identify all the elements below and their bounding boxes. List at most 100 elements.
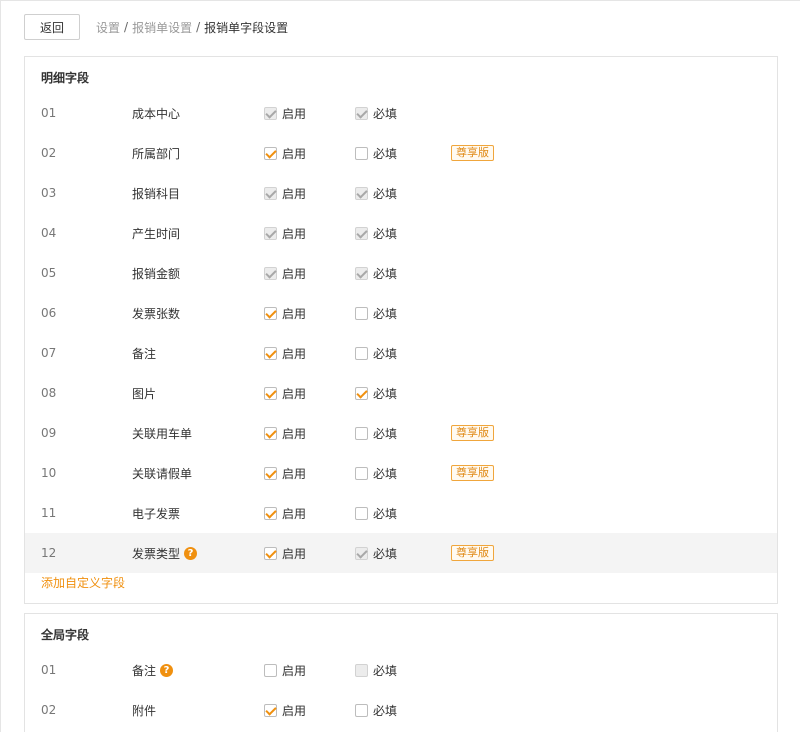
required-checkbox: 必填 <box>355 533 397 573</box>
enable-checkbox: 启用 <box>264 93 306 133</box>
checkbox-box[interactable] <box>264 663 277 677</box>
premium-badge-cell: 尊享版 <box>451 453 494 493</box>
field-name-cell: 产生时间 <box>132 213 180 253</box>
required-checkbox[interactable]: 必填 <box>355 690 397 730</box>
premium-badge-cell: 尊享版 <box>451 533 494 573</box>
checkbox-box[interactable] <box>355 386 368 400</box>
premium-badge: 尊享版 <box>451 465 494 481</box>
field-row: 01 备注? 启用 必填 <box>25 650 777 690</box>
field-name: 报销金额 <box>132 266 181 281</box>
enable-label: 启用 <box>282 186 307 201</box>
required-label: 必填 <box>373 106 398 121</box>
checkbox-box[interactable] <box>264 386 277 400</box>
required-label: 必填 <box>373 466 398 481</box>
back-button[interactable]: 返回 <box>24 14 80 40</box>
checkbox-box[interactable] <box>264 346 277 360</box>
required-checkbox[interactable]: 必填 <box>355 133 397 173</box>
required-label: 必填 <box>373 506 398 521</box>
premium-badge: 尊享版 <box>451 145 494 161</box>
enable-checkbox[interactable]: 启用 <box>264 333 306 373</box>
checkbox-box[interactable] <box>264 506 277 520</box>
checkbox-box <box>355 106 368 120</box>
checkbox-box <box>355 186 368 200</box>
checkbox-box <box>264 106 277 120</box>
required-label: 必填 <box>373 703 398 718</box>
field-name: 发票张数 <box>132 306 181 321</box>
global-fields-title: 全局字段 <box>41 628 90 642</box>
checkbox-box[interactable] <box>355 146 368 160</box>
required-checkbox[interactable]: 必填 <box>355 333 397 373</box>
checkbox-box <box>355 663 368 677</box>
field-row: 06 发票张数 启用 必填 <box>25 293 777 333</box>
required-checkbox[interactable]: 必填 <box>355 293 397 333</box>
required-label: 必填 <box>373 426 398 441</box>
enable-label: 启用 <box>282 663 307 678</box>
checkbox-box <box>355 546 368 560</box>
required-checkbox: 必填 <box>355 650 397 690</box>
help-icon[interactable]: ? <box>184 546 198 560</box>
field-name: 所属部门 <box>132 146 181 161</box>
field-name-cell: 成本中心 <box>132 93 180 133</box>
field-row: 10 关联请假单 启用 必填 尊享版 <box>25 453 777 493</box>
required-checkbox[interactable]: 必填 <box>355 373 397 413</box>
checkbox-box[interactable] <box>355 426 368 440</box>
field-number: 05 <box>41 266 57 280</box>
field-row: 09 关联用车单 启用 必填 尊享版 <box>25 413 777 453</box>
enable-label: 启用 <box>282 546 307 561</box>
premium-badge: 尊享版 <box>451 545 494 561</box>
enable-checkbox[interactable]: 启用 <box>264 493 306 533</box>
required-label: 必填 <box>373 663 398 678</box>
checkbox-box[interactable] <box>264 546 277 560</box>
enable-checkbox[interactable]: 启用 <box>264 413 306 453</box>
required-checkbox[interactable]: 必填 <box>355 493 397 533</box>
enable-checkbox[interactable]: 启用 <box>264 650 306 690</box>
field-row: 11 电子发票 启用 必填 <box>25 493 777 533</box>
checkbox-box[interactable] <box>355 506 368 520</box>
enable-checkbox[interactable]: 启用 <box>264 690 306 730</box>
required-label: 必填 <box>373 546 398 561</box>
enable-checkbox[interactable]: 启用 <box>264 133 306 173</box>
required-checkbox[interactable]: 必填 <box>355 453 397 493</box>
checkbox-box[interactable] <box>355 346 368 360</box>
required-checkbox: 必填 <box>355 93 397 133</box>
checkbox-box[interactable] <box>264 306 277 320</box>
checkbox-box[interactable] <box>355 306 368 320</box>
breadcrumb-expense-settings[interactable]: 报销单设置 <box>132 19 192 36</box>
enable-checkbox[interactable]: 启用 <box>264 453 306 493</box>
add-custom-field-link[interactable]: 添加自定义字段 <box>41 574 125 591</box>
field-name-cell: 发票类型? <box>132 533 198 573</box>
help-icon[interactable]: ? <box>160 663 174 677</box>
required-checkbox[interactable]: 必填 <box>355 413 397 453</box>
required-checkbox: 必填 <box>355 213 397 253</box>
enable-label: 启用 <box>282 506 307 521</box>
field-name: 附件 <box>132 703 157 718</box>
field-name: 备注 <box>132 346 157 361</box>
breadcrumb-current: 报销单字段设置 <box>204 20 289 35</box>
premium-badge-cell: 尊享版 <box>451 133 494 173</box>
field-name-cell: 关联用车单 <box>132 413 192 453</box>
checkbox-box[interactable] <box>264 426 277 440</box>
checkbox-box[interactable] <box>264 703 277 717</box>
field-name: 电子发票 <box>132 506 181 521</box>
checkbox-box[interactable] <box>355 703 368 717</box>
required-label: 必填 <box>373 146 398 161</box>
field-name-cell: 所属部门 <box>132 133 180 173</box>
enable-checkbox[interactable]: 启用 <box>264 533 306 573</box>
field-number: 07 <box>41 346 57 360</box>
checkbox-box[interactable] <box>264 466 277 480</box>
field-name: 成本中心 <box>132 106 181 121</box>
field-number: 08 <box>41 386 57 400</box>
checkbox-box <box>355 226 368 240</box>
enable-checkbox[interactable]: 启用 <box>264 373 306 413</box>
enable-checkbox[interactable]: 启用 <box>264 293 306 333</box>
field-name-cell: 附件 <box>132 690 156 730</box>
field-name-cell: 电子发票 <box>132 493 180 533</box>
field-row: 02 所属部门 启用 必填 尊享版 <box>25 133 777 173</box>
page: 返回 设置 / 报销单设置 / 报销单字段设置 明细字段 01 成本中心 启用 必填 0… <box>0 0 800 732</box>
checkbox-box[interactable] <box>355 466 368 480</box>
required-checkbox: 必填 <box>355 253 397 293</box>
breadcrumb-settings[interactable]: 设置 <box>96 19 120 36</box>
field-number: 01 <box>41 106 57 120</box>
checkbox-box[interactable] <box>264 146 277 160</box>
breadcrumb-separator: / <box>196 20 201 34</box>
